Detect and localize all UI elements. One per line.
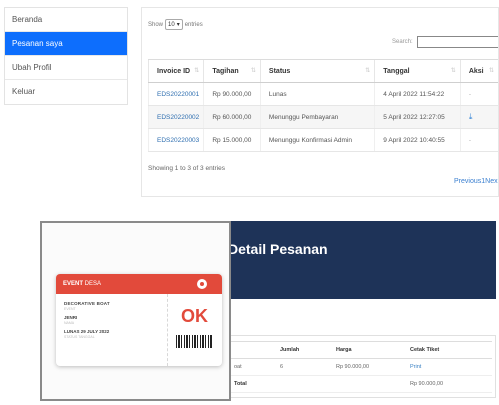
sidebar-item-pesanan-saya[interactable]: Pesanan saya: [5, 32, 127, 56]
order-detail-table: Jumlah Harga Cetak Tiket oat 6 Rp 90.000…: [228, 341, 492, 393]
table-row: EDS20220002 Rp 60.000,00 Menunggu Pembay…: [147, 105, 498, 129]
ticket-status-caption: STATUS TANGGAL: [64, 335, 95, 339]
sort-icon: ⇅: [450, 68, 456, 74]
ticket-header: EVENT DESA: [56, 274, 222, 294]
ticket-event-name: DECORATIVE BOAT: [64, 301, 110, 306]
tagihan-cell: Rp 90.000,00: [203, 82, 261, 106]
pagination-next[interactable]: Nex: [485, 178, 497, 185]
column-header-tagihan[interactable]: Tagihan ⇅: [203, 59, 261, 83]
ticket-holder-caption: NAMA: [64, 321, 75, 325]
column-header-harga: Harga: [330, 341, 404, 359]
column-header-aksi[interactable]: Aksi ⇅: [459, 59, 498, 83]
table-row: EDS20220001 Rp 90.000,00 Lunas 4 April 2…: [147, 82, 498, 106]
item-name-cell: oat: [228, 358, 274, 376]
tagihan-cell: Rp 15.000,00: [203, 128, 261, 152]
column-header-item: [228, 341, 274, 359]
sidebar-menu: Beranda Pesanan saya Ubah Profil Keluar: [4, 7, 128, 105]
invoice-id-link[interactable]: EDS20220001: [147, 82, 204, 106]
entries-length-control: Show 10 ▾ entries: [148, 19, 203, 30]
aksi-cell: -: [459, 82, 498, 106]
column-header-status[interactable]: Status ⇅: [259, 59, 375, 83]
ticket-brand: EVENT DESA: [63, 281, 102, 287]
search-control: Search:: [392, 36, 498, 48]
entries-select[interactable]: 10 ▾: [165, 19, 183, 30]
orders-table: Invoice ID ⇅ Tagihan ⇅ Status ⇅ Tanggal ⇅ Ak…: [147, 59, 498, 152]
barcode-icon: [176, 335, 212, 348]
tanggal-cell: 9 April 2022 10:40:55: [374, 128, 461, 152]
total-row: Total Rp 90.000,00: [228, 375, 492, 393]
ticket-status-date: LUNAS 29 JULY 2022: [64, 329, 110, 334]
sort-icon: ⇅: [194, 68, 200, 74]
event-ticket: EVENT DESA DECORATIVE BOAT EVENT JENRI N…: [56, 274, 222, 366]
status-cell: Lunas: [259, 82, 375, 106]
orders-card: Show 10 ▾ entries Search: Invoice ID ⇅ Ta…: [141, 7, 499, 197]
status-cell: Menunggu Konfirmasi Admin: [259, 128, 375, 152]
sort-icon: ⇅: [488, 68, 494, 74]
sidebar-item-keluar[interactable]: Keluar: [5, 80, 127, 104]
ticket-logo-icon: [197, 279, 207, 289]
ticket-event-caption: EVENT: [64, 307, 76, 311]
invoice-id-link[interactable]: EDS20220003: [147, 128, 204, 152]
search-input[interactable]: [416, 36, 498, 48]
download-icon[interactable]: ⤓: [459, 105, 498, 129]
status-cell: Menunggu Pembayaran: [259, 105, 375, 129]
ticket-perforation: [167, 294, 168, 366]
total-label: Total: [228, 375, 404, 393]
table-row: oat 6 Rp 90.000,00 Print: [228, 358, 492, 376]
column-header-cetak-tiket: Cetak Tiket: [404, 341, 492, 359]
column-header-invoice-id[interactable]: Invoice ID ⇅: [147, 59, 204, 83]
entries-select-value: 10: [168, 21, 175, 28]
sort-icon: ⇅: [250, 68, 256, 74]
sort-icon: ⇅: [365, 68, 371, 74]
jumlah-cell: 6: [274, 358, 330, 376]
pagination: Previous1Nex: [454, 178, 498, 185]
table-info: Showing 1 to 3 of 3 entries: [148, 165, 225, 172]
ticket-holder-name: JENRI: [64, 315, 78, 320]
ticket-preview: EVENT DESA DECORATIVE BOAT EVENT JENRI N…: [40, 221, 231, 401]
order-detail-header: Jumlah Harga Cetak Tiket: [228, 341, 492, 359]
pagination-previous[interactable]: Previous: [454, 178, 481, 185]
harga-cell: Rp 90.000,00: [330, 358, 404, 376]
entries-label: entries: [184, 21, 203, 28]
sidebar-item-ubah-profil[interactable]: Ubah Profil: [5, 56, 127, 80]
print-link[interactable]: Print: [404, 358, 492, 376]
column-header-jumlah: Jumlah: [274, 341, 330, 359]
page-title: Detail Pesanan: [228, 241, 328, 257]
invoice-id-link[interactable]: EDS20220002: [147, 105, 204, 129]
search-label: Search:: [392, 39, 413, 45]
table-row: EDS20220003 Rp 15.000,00 Menunggu Konfir…: [147, 128, 498, 152]
column-header-tanggal[interactable]: Tanggal ⇅: [374, 59, 461, 83]
total-value: Rp 90.000,00: [404, 375, 492, 393]
ticket-ok-stamp: OK: [181, 306, 208, 326]
show-label: Show: [148, 21, 164, 28]
chevron-down-icon: ▾: [176, 22, 180, 28]
aksi-cell: -: [459, 128, 498, 152]
orders-table-header: Invoice ID ⇅ Tagihan ⇅ Status ⇅ Tanggal ⇅ Ak…: [147, 59, 498, 83]
tanggal-cell: 5 April 2022 12:27:05: [374, 105, 461, 129]
sidebar-item-beranda[interactable]: Beranda: [5, 8, 127, 32]
tagihan-cell: Rp 60.000,00: [203, 105, 261, 129]
tanggal-cell: 4 April 2022 11:54:22: [374, 82, 461, 106]
